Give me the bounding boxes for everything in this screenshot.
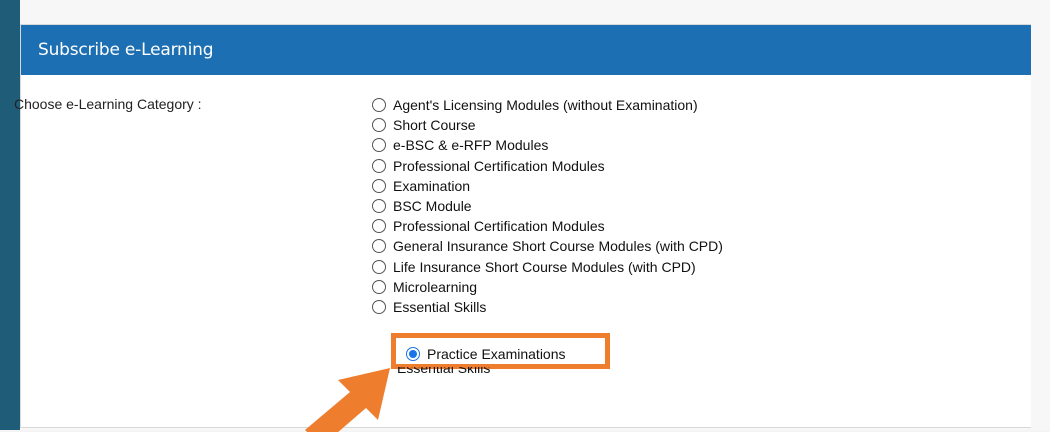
radio-button[interactable]: [372, 158, 386, 173]
radio-button[interactable]: [372, 219, 386, 234]
radio-button[interactable]: [372, 239, 386, 254]
radio-option[interactable]: Short Course: [372, 115, 932, 135]
radio-label[interactable]: Examination: [393, 178, 470, 194]
radio-option[interactable]: General Insurance Short Course Modules (…: [372, 236, 932, 256]
panel-title: Subscribe e-Learning: [21, 25, 1031, 75]
radio-option[interactable]: Microlearning: [372, 277, 932, 297]
radio-button[interactable]: [372, 138, 386, 153]
radio-label[interactable]: Short Course: [393, 117, 475, 133]
radio-option[interactable]: Professional Certification Modules: [372, 216, 932, 236]
radio-option[interactable]: Life Insurance Short Course Modules (wit…: [372, 257, 932, 277]
radio-button-checked[interactable]: [406, 347, 420, 362]
highlight-box: Practice Examinations: [391, 333, 610, 369]
radio-option[interactable]: BSC Module: [372, 196, 932, 216]
radio-button[interactable]: [372, 118, 386, 133]
obscured-option-text: Essential Skills: [397, 367, 597, 377]
radio-button[interactable]: [372, 199, 386, 214]
radio-button[interactable]: [372, 299, 386, 314]
radio-label[interactable]: Microlearning: [393, 279, 477, 295]
radio-label[interactable]: Life Insurance Short Course Modules (wit…: [393, 259, 696, 275]
radio-button[interactable]: [372, 259, 386, 274]
radio-button[interactable]: [372, 98, 386, 113]
radio-option[interactable]: Professional Certification Modules: [372, 156, 932, 176]
radio-label[interactable]: BSC Module: [393, 198, 472, 214]
radio-option[interactable]: e-BSC & e-RFP Modules: [372, 135, 932, 155]
left-edge-strip: [0, 0, 20, 430]
category-radio-group: Agent's Licensing Modules (without Exami…: [372, 95, 932, 357]
category-label: Choose e-Learning Category :: [14, 96, 202, 112]
radio-option-selected[interactable]: Practice Examinations: [406, 344, 566, 364]
radio-option[interactable]: Examination: [372, 176, 932, 196]
radio-label[interactable]: General Insurance Short Course Modules (…: [393, 238, 723, 254]
radio-label[interactable]: Professional Certification Modules: [393, 218, 605, 234]
radio-option[interactable]: Agent's Licensing Modules (without Exami…: [372, 95, 932, 115]
radio-button[interactable]: [372, 178, 386, 193]
orange-arrow-icon: [305, 368, 390, 432]
radio-label[interactable]: Professional Certification Modules: [393, 158, 605, 174]
radio-label[interactable]: Essential Skills: [393, 299, 486, 315]
obscured-option-label: Essential Skills: [397, 367, 491, 376]
radio-label[interactable]: Agent's Licensing Modules (without Exami…: [393, 97, 698, 113]
radio-label[interactable]: e-BSC & e-RFP Modules: [393, 137, 548, 153]
radio-label[interactable]: Practice Examinations: [427, 346, 566, 362]
radio-button[interactable]: [372, 279, 386, 294]
radio-option[interactable]: Essential Skills: [372, 297, 932, 317]
